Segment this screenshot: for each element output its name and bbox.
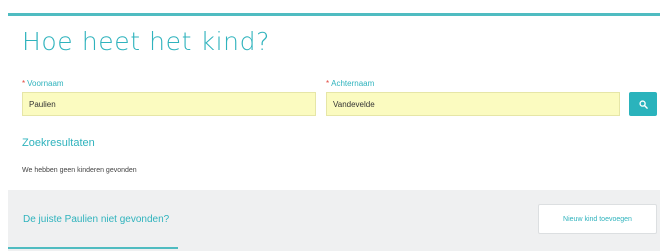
last-name-label-text: Achternaam bbox=[331, 79, 375, 88]
search-button[interactable] bbox=[629, 92, 657, 116]
not-found-text: De juiste Paulien niet gevonden? bbox=[23, 214, 170, 225]
page-title: Hoe heet het kind? bbox=[22, 27, 270, 56]
last-name-label: * Achternaam bbox=[326, 79, 374, 88]
footer-underline bbox=[8, 247, 178, 249]
last-name-field[interactable]: Vandevelde bbox=[326, 92, 620, 116]
required-asterisk: * bbox=[326, 79, 330, 88]
top-divider bbox=[8, 13, 660, 16]
required-asterisk: * bbox=[22, 79, 26, 88]
empty-results-message: We hebben geen kinderen gevonden bbox=[22, 167, 137, 174]
first-name-label-text: Voornaam bbox=[27, 79, 64, 88]
first-name-field[interactable]: Paulien bbox=[22, 92, 316, 116]
search-icon bbox=[638, 99, 648, 109]
first-name-label: * Voornaam bbox=[22, 79, 64, 88]
page: Hoe heet het kind? * Voornaam Paulien * Ac… bbox=[0, 0, 670, 251]
add-new-child-button[interactable]: Nieuw kind toevoegen bbox=[538, 204, 657, 234]
footer-panel: De juiste Paulien niet gevonden? Nieuw k… bbox=[8, 190, 660, 251]
results-heading: Zoekresultaten bbox=[22, 137, 95, 149]
